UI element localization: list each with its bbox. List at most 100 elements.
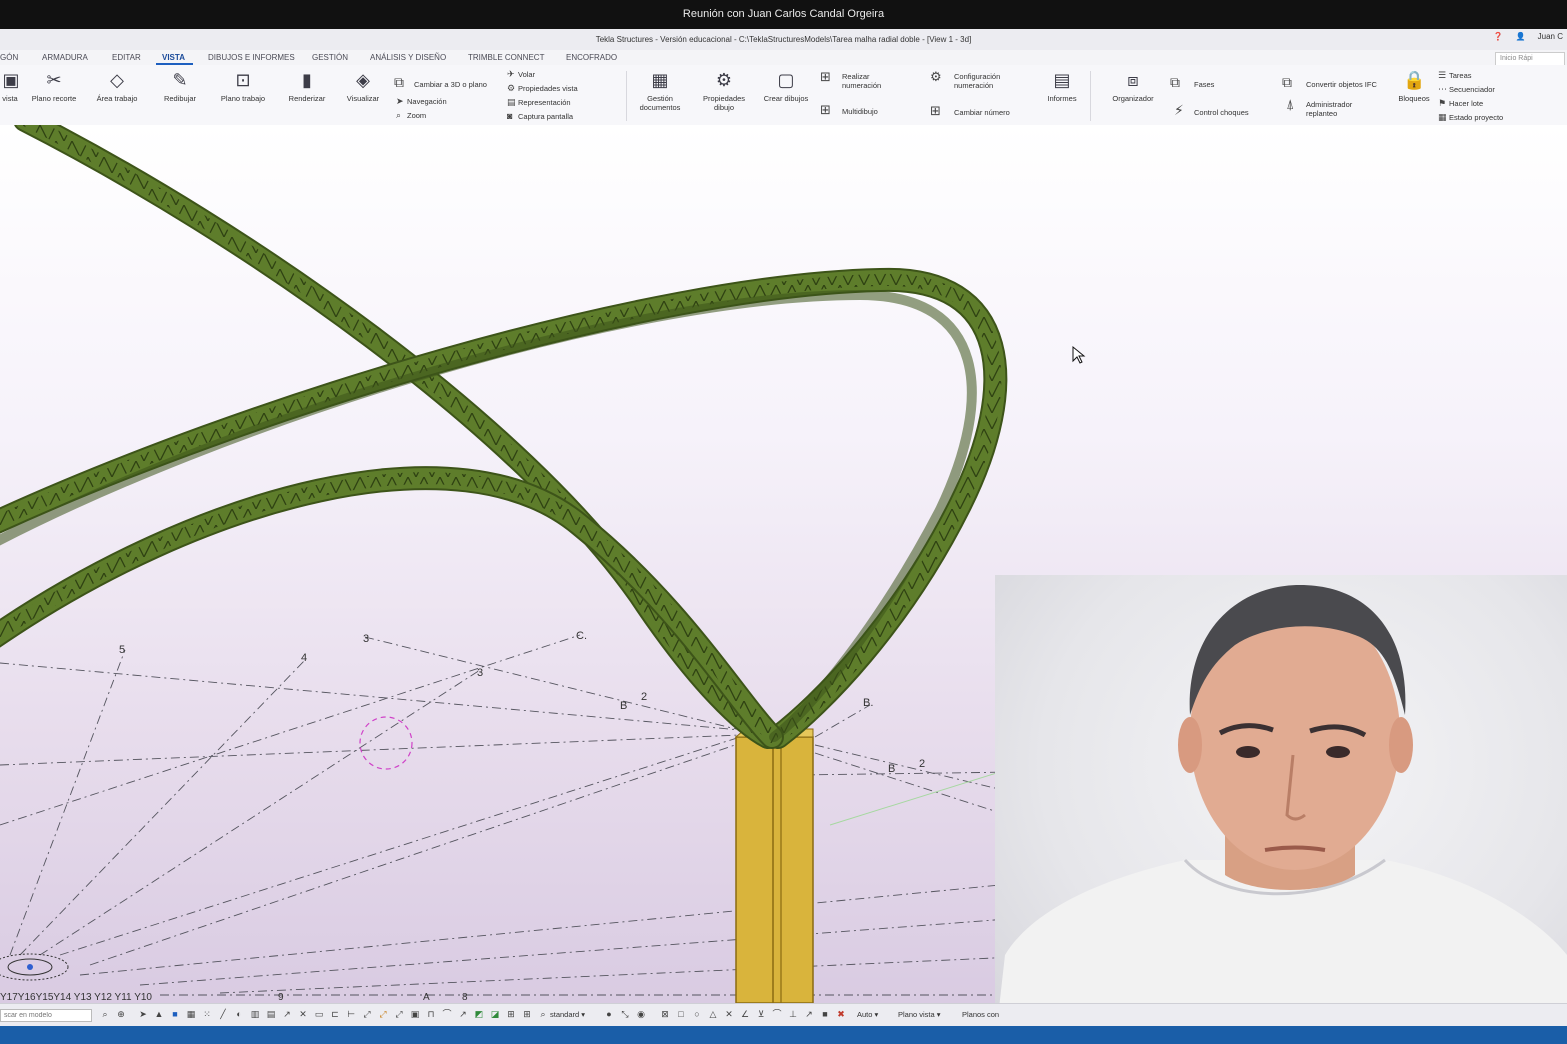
cambiar-numero-button[interactable]: ⊞ Cambiar número <box>930 103 1010 119</box>
tareas-button[interactable]: ☰ Tareas <box>1438 70 1472 81</box>
estado-proyecto-button[interactable]: ▦ Estado proyecto <box>1438 112 1503 123</box>
standard-dropdown[interactable]: standard ▾ <box>550 1009 585 1021</box>
multidibujo-button[interactable]: ⊞ Multidibujo <box>820 102 878 118</box>
convertir-ifc-button[interactable]: ⧉ Convertir objetos IFC <box>1282 74 1377 91</box>
snap-end-icon[interactable]: ⤢ <box>362 1009 372 1019</box>
search-icon[interactable]: ⌕ <box>100 1009 110 1019</box>
zoom-search-icon[interactable]: ⊕ <box>116 1009 126 1019</box>
snap-perpendicular-icon[interactable]: ▣ <box>410 1009 420 1019</box>
arrow-snap-icon[interactable]: ↗ <box>804 1009 814 1019</box>
redibujar-button[interactable]: ✎ Redibujar <box>158 69 202 103</box>
tab-encofrado[interactable]: ENCOFRADO <box>566 53 617 62</box>
plano-recorte-button[interactable]: ✂ Plano recorte <box>27 69 81 103</box>
select-points-icon[interactable]: ⁙ <box>202 1009 212 1019</box>
bloqueos-button[interactable]: 🔒 Bloqueos <box>1394 69 1434 103</box>
angle-snap-icon[interactable]: ∠ <box>740 1009 750 1019</box>
snap-nearest-icon[interactable]: ⊓ <box>426 1009 436 1019</box>
auto-dropdown[interactable]: Auto ▾ <box>857 1009 878 1021</box>
snap-model-icon[interactable]: ⊞ <box>522 1009 532 1019</box>
circle-snap-icon[interactable]: ○ <box>692 1009 702 1019</box>
tab-vista[interactable]: VISTA <box>156 53 193 65</box>
captura-pantalla-button[interactable]: ◙ Captura pantalla <box>507 111 573 121</box>
snap-mid-icon[interactable]: ⤢ <box>378 1009 388 1019</box>
control-choques-button[interactable]: ⚡ Control choques <box>1174 102 1249 119</box>
reports-icon: ▤ <box>1053 70 1071 90</box>
find-in-model-input[interactable] <box>0 1009 92 1022</box>
user-name[interactable]: Juan C <box>1538 32 1563 41</box>
square-snap-icon[interactable]: □ <box>676 1009 686 1019</box>
point-icon[interactable]: ● <box>604 1009 614 1019</box>
object-icon[interactable]: ▤ <box>266 1009 276 1019</box>
tab-editar[interactable]: EDITAR <box>112 53 141 62</box>
assembly-icon[interactable]: ▥ <box>250 1009 260 1019</box>
vertical-snap-icon[interactable]: ⊻ <box>756 1009 766 1019</box>
bolt-icon[interactable]: ↗ <box>282 1009 292 1019</box>
tab-gestion[interactable]: GESTIÓN <box>312 53 348 62</box>
reference-icon[interactable]: ⊢ <box>346 1009 356 1019</box>
secuenciador-button[interactable]: ⋯ Secuenciador <box>1438 84 1495 95</box>
magnifier-icon[interactable]: ⌕ <box>538 1009 548 1019</box>
meeting-title-bar: Reunión con Juan Carlos Candal Orgeira <box>0 0 1567 29</box>
configuracion-numeracion-button[interactable]: ⚙ Configuración numeración <box>930 69 1000 90</box>
cross-icon[interactable]: ✕ <box>298 1009 308 1019</box>
snap-any-icon[interactable]: ↗ <box>458 1009 468 1019</box>
tangent-snap-icon[interactable]: ⌒ <box>772 1009 782 1019</box>
line-tool-icon[interactable]: ╱ <box>218 1009 228 1019</box>
numbering-settings-icon: ⚙ <box>930 69 942 84</box>
measure-icon[interactable]: ⤡ <box>620 1009 630 1019</box>
eye-icon[interactable]: ◉ <box>636 1009 646 1019</box>
cambiar-3d-plano-button[interactable]: ⧉ Cambiar a 3D o plano <box>394 74 487 91</box>
snap-icon[interactable]: ◐ <box>234 1009 244 1019</box>
select-filter-icon[interactable]: ▲ <box>154 1009 164 1019</box>
extension-snap-icon[interactable]: ⊥ <box>788 1009 798 1019</box>
propiedades-vista-button[interactable]: ⚙ Propiedades vista <box>507 83 578 94</box>
visualizar-button[interactable]: ◈ Visualizar <box>342 69 384 103</box>
snap-intersect-icon[interactable]: ⤢ <box>394 1009 404 1019</box>
component-icon[interactable]: ⊏ <box>330 1009 340 1019</box>
tab-analisis-diseno[interactable]: ANÁLISIS Y DISEÑO <box>370 53 446 62</box>
snap-plane-icon[interactable]: ◩ <box>474 1009 484 1019</box>
quick-launch-placeholder: Inicio Rápi <box>1500 55 1533 62</box>
area-trabajo-button[interactable]: ◇ Área trabajo <box>90 69 144 103</box>
hacer-lote-button[interactable]: ⚑ Hacer lote <box>1438 98 1483 109</box>
select-pointer-icon[interactable]: ➤ <box>138 1009 148 1019</box>
snap-line-icon[interactable]: ⌒ <box>442 1009 452 1019</box>
organizador-button[interactable]: ⧈ Organizador <box>1106 69 1160 103</box>
truss-arches[interactable] <box>0 125 1008 749</box>
snap-geometry-icon[interactable]: ◪ <box>490 1009 500 1019</box>
representacion-button[interactable]: ▤ Representación <box>507 97 571 108</box>
plano-trabajo-button[interactable]: ⊡ Plano trabajo <box>216 69 270 103</box>
tab-armadura[interactable]: ARMADURA <box>42 53 88 62</box>
administrador-replanteo-button[interactable]: ⍋ Administrador replanteo <box>1286 97 1352 118</box>
stop-icon[interactable]: ■ <box>820 1009 830 1019</box>
quick-launch-input[interactable]: Inicio Rápi <box>1495 52 1565 66</box>
propiedades-dibujo-button[interactable]: ⚙ Propiedades dibujo <box>698 69 750 112</box>
tab-edicion[interactable]: GÓN <box>0 53 18 62</box>
navegacion-button[interactable]: ➤ Navegación <box>396 96 447 107</box>
renderizar-button[interactable]: ▮ Renderizar <box>284 69 330 103</box>
fases-button[interactable]: ⧉ Fases <box>1170 74 1214 91</box>
weld-icon[interactable]: ▭ <box>314 1009 324 1019</box>
grid-label: B <box>888 763 895 775</box>
snap-grid-icon[interactable]: ⊞ <box>506 1009 516 1019</box>
vista-button[interactable]: ▣ vista <box>0 69 20 103</box>
steel-column[interactable] <box>734 728 814 1003</box>
select-part-icon[interactable]: ■ <box>170 1009 180 1019</box>
volar-button[interactable]: ✈ Volar <box>507 69 535 80</box>
user-icon[interactable]: 👤 <box>1515 32 1525 41</box>
tab-trimble-connect[interactable]: TRIMBLE CONNECT <box>468 53 544 62</box>
help-icon[interactable]: ❓ <box>1493 32 1503 41</box>
realizar-numeracion-button[interactable]: ⊞ Realizar numeración <box>820 70 881 90</box>
informes-button[interactable]: ▤ Informes <box>1042 69 1082 103</box>
plano-vista-dropdown[interactable]: Plano vista ▾ <box>898 1009 941 1021</box>
tab-dibujos-informes[interactable]: DIBUJOS E INFORMES <box>208 53 295 62</box>
select-grid-icon[interactable]: ▦ <box>186 1009 196 1019</box>
x-snap-icon[interactable]: ✕ <box>724 1009 734 1019</box>
planos-con-dropdown[interactable]: Planos con <box>962 1009 999 1021</box>
box-snap-icon[interactable]: ⊠ <box>660 1009 670 1019</box>
gestion-documentos-button[interactable]: ▦ Gestión documentos <box>634 69 686 112</box>
zoom-button[interactable]: ⌕ Zoom <box>396 110 426 121</box>
crear-dibujos-button[interactable]: ▢ Crear dibujos <box>760 69 812 103</box>
triangle-snap-icon[interactable]: △ <box>708 1009 718 1019</box>
delete-snap-icon[interactable]: ✖ <box>836 1009 846 1019</box>
